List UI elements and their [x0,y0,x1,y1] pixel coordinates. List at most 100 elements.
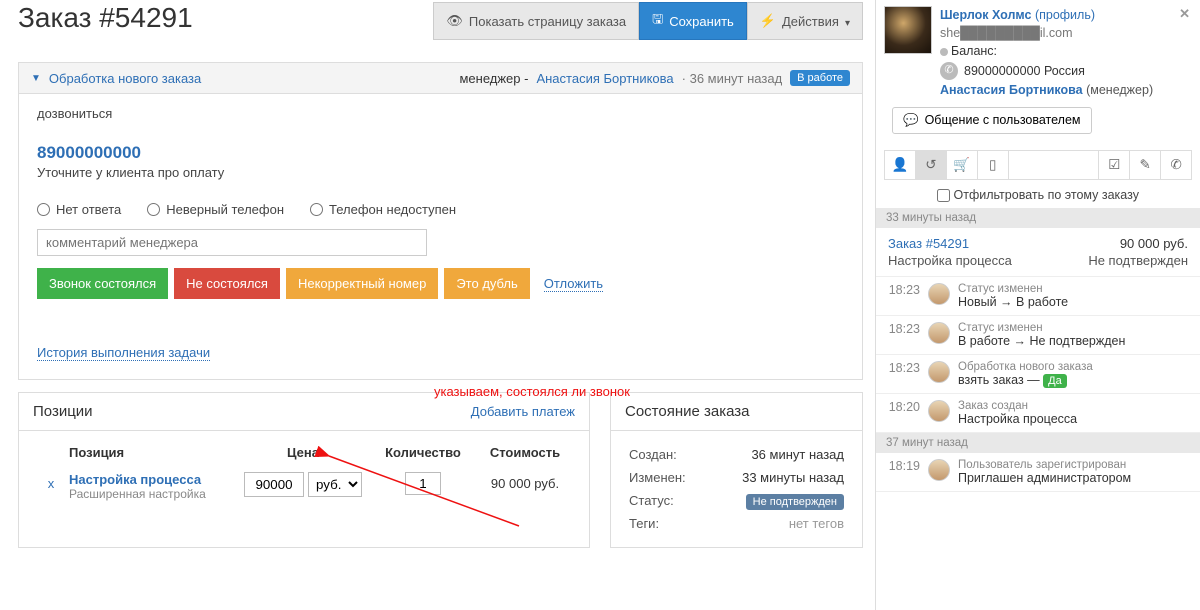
postpone-link[interactable]: Отложить [544,276,603,292]
history-event: 18:20 Заказ созданНастройка процесса [876,394,1200,433]
event-text: Настройка процесса [958,412,1077,426]
chat-icon: 💬 [903,113,919,128]
user-email: she█████████il.com [940,24,1192,42]
event-label: Пользователь зарегистрирован [958,459,1131,471]
history-event: 18:23 Статус измененВ работе → Не подтве… [876,316,1200,355]
changed-value: 33 минуты назад [719,470,844,485]
event-avatar [928,459,950,481]
order-state-panel: Состояние заказа Создан:36 минут назад И… [610,392,863,548]
tab-cart-icon[interactable]: 🛒 [947,151,978,179]
status-badge: В работе [790,70,850,86]
panel-title[interactable]: Обработка нового заказа [49,71,201,86]
event-avatar [928,361,950,383]
collapse-icon[interactable]: ▼ [31,73,41,84]
event-text: взять заказ — Да [958,373,1093,387]
status-value: Не подтвержден [719,493,844,508]
order-amount: 90 000 руб. [1120,236,1188,251]
filter-by-order-checkbox[interactable]: Отфильтровать по этому заказу [937,188,1139,202]
tab-user-icon[interactable]: 👤 [885,151,916,179]
event-text: Приглашен администратором [958,471,1131,485]
panel-time-ago: · 36 минут назад [682,71,783,86]
history-event: 18:23 Статус измененНовый → В работе [876,277,1200,316]
manager-link[interactable]: Анастасия Бортникова [536,71,673,86]
chat-button[interactable]: 💬Общение с пользователем [892,107,1092,134]
history-event: 18:23 Обработка нового заказавзять заказ… [876,355,1200,394]
bad-number-button[interactable]: Некорректный номер [286,268,438,299]
changed-label: Изменен: [629,470,719,485]
close-icon[interactable]: ✕ [1179,6,1190,22]
event-time: 18:23 [886,361,920,387]
eye-icon: 👁 [446,13,463,29]
event-label: Статус изменен [958,283,1068,295]
order-item-name: Настройка процесса [888,253,1012,268]
sidebar-toolbar: 👤 ↺ 🛒 ▯ ☑ ✎ ✆ [884,150,1192,180]
phone-icon[interactable]: ✆ [940,62,958,80]
event-time: 18:20 [886,400,920,426]
show-order-page-button[interactable]: 👁Показать страницу заказа [433,2,639,40]
event-time: 18:23 [886,322,920,348]
duplicate-button[interactable]: Это дубль [444,268,529,299]
event-avatar [928,400,950,422]
customer-phone[interactable]: 89000000000 [37,143,844,163]
price-input[interactable] [244,472,304,497]
annotation-arrow [309,446,569,536]
radio-unavailable[interactable]: Телефон недоступен [310,202,456,217]
call-not-done-button[interactable]: Не состоялся [174,268,280,299]
balance-label: Баланс: [951,44,997,58]
call-done-button[interactable]: Звонок состоялся [37,268,168,299]
positions-title: Позиции [33,403,93,420]
position-sub: Расширенная настройка [69,487,235,501]
tags-value: нет тегов [719,516,844,531]
user-profile-link[interactable]: (профиль) [1035,8,1095,22]
tab-phone-icon[interactable]: ✆ [1161,151,1191,179]
task-history-link[interactable]: История выполнения задачи [37,345,210,361]
task-title: дозвониться [37,106,844,121]
col-position: Позиция [69,445,235,460]
event-label: Статус изменен [958,322,1125,334]
order-processing-panel: ▼ Обработка нового заказа менеджер - Ана… [18,62,863,380]
event-time: 18:19 [886,459,920,485]
user-name-link[interactable]: Шерлок Холмс [940,8,1031,22]
add-payment-link[interactable]: Добавить платеж [471,404,575,419]
status-label: Статус: [629,493,719,508]
tab-history-icon[interactable]: ↺ [916,151,947,179]
time-separator: 37 минут назад [876,433,1200,453]
event-text: В работе → Не подтвержден [958,334,1125,348]
event-avatar [928,283,950,305]
user-avatar [884,6,932,54]
tab-check-icon[interactable]: ☑ [1099,151,1130,179]
created-value: 36 минут назад [719,447,844,462]
save-icon: 🖫 [652,10,663,32]
tab-device-icon[interactable]: ▯ [978,151,1009,179]
event-avatar [928,322,950,344]
manager-comment-input[interactable] [37,229,427,256]
order-state: Не подтвержден [1088,253,1188,268]
position-name-link[interactable]: Настройка процесса [69,472,235,487]
tab-edit-icon[interactable]: ✎ [1130,151,1161,179]
save-button[interactable]: 🖫Сохранить [639,2,747,40]
manager-label: менеджер - [459,71,528,86]
tags-label: Теги: [629,516,719,531]
page-title: Заказ #54291 [18,2,423,34]
sidebar-manager-role: (менеджер) [1086,83,1153,97]
sidebar-manager-link[interactable]: Анастасия Бортникова [940,83,1083,97]
order-state-title: Состояние заказа [625,403,750,420]
radio-wrong-phone[interactable]: Неверный телефон [147,202,284,217]
bolt-icon: ⚡ [760,13,776,29]
remove-position-icon[interactable]: x [33,472,69,491]
event-label: Обработка нового заказа [958,361,1093,373]
annotation-text: указываем, состоялся ли звонок [434,384,630,399]
user-phone: 89000000000 Россия [964,62,1085,80]
order-link[interactable]: Заказ #54291 [888,236,969,251]
event-time: 18:23 [886,283,920,309]
event-text: Новый → В работе [958,295,1068,309]
presence-dot [940,48,948,56]
history-event: 18:19 Пользователь зарегистрированПригла… [876,453,1200,492]
order-card[interactable]: Заказ #54291 90 000 руб. Настройка процес… [876,228,1200,277]
actions-dropdown[interactable]: ⚡Действия [747,2,863,40]
tab-spacer [1009,151,1100,179]
task-description: Уточните у клиента про оплату [37,165,844,180]
created-label: Создан: [629,447,719,462]
event-label: Заказ создан [958,400,1077,412]
radio-no-answer[interactable]: Нет ответа [37,202,121,217]
